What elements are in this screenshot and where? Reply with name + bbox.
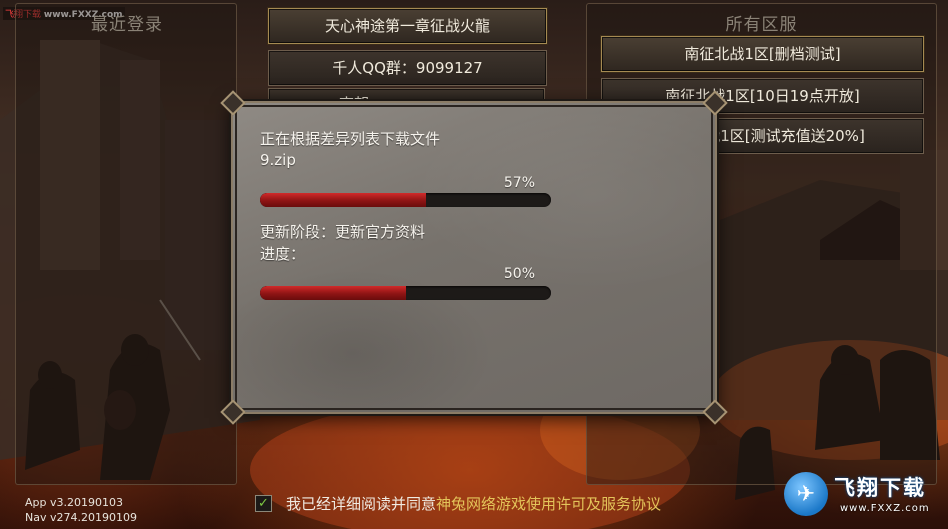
agreement-link[interactable]: 神兔网络游戏使用许可及服务协议 (436, 493, 661, 514)
overall-progress-bar (260, 286, 551, 300)
app-version-text: App v3.20190103 (25, 496, 123, 509)
server-item[interactable]: 南征北战1区[删档测试] (601, 36, 924, 72)
overall-progress-label: 进度： (260, 245, 306, 263)
file-progress-percent: 57% (503, 175, 535, 191)
download-file-name: 9.zip (260, 151, 296, 169)
agreement-row: ✓ 我已经详细阅读并同意 神兔网络游戏使用许可及服务协议 (255, 493, 661, 513)
download-status-text: 正在根据差异列表下载文件 (260, 130, 441, 148)
overall-progress-percent: 50% (503, 266, 535, 282)
nav-version-text: Nav v274.20190109 (25, 511, 137, 524)
brand-logo-icon: ✈ (784, 472, 828, 516)
agreement-checkbox[interactable]: ✓ (255, 494, 272, 512)
download-dialog: 正在根据差异列表下载文件 9.zip 57% 更新阶段：更新官方资料 进度： 5… (220, 90, 728, 425)
watermark-brand-url: www.FXXZ.com (840, 503, 930, 514)
check-icon: ✓ (258, 495, 269, 511)
recent-login-panel: 最近登录 (15, 3, 237, 485)
overall-progress-fill (260, 286, 406, 300)
recent-login-title: 最近登录 (91, 15, 163, 35)
watermark-logo: ✈ 飞翔下载 www.FXXZ.com (784, 470, 944, 526)
qq-group-button[interactable]: 千人QQ群：9099127 (268, 50, 547, 86)
agreement-text: 我已经详细阅读并同意 (286, 494, 437, 513)
server-list-title: 所有区服 (725, 15, 798, 35)
watermark-brand-name: 飞翔下载 (834, 476, 926, 500)
announcement-button[interactable]: 天心神途第一章征战火龍 (268, 8, 547, 44)
file-progress-fill (260, 193, 426, 207)
update-stage-text: 更新阶段：更新官方资料 (260, 223, 426, 241)
file-progress-bar (260, 193, 551, 207)
